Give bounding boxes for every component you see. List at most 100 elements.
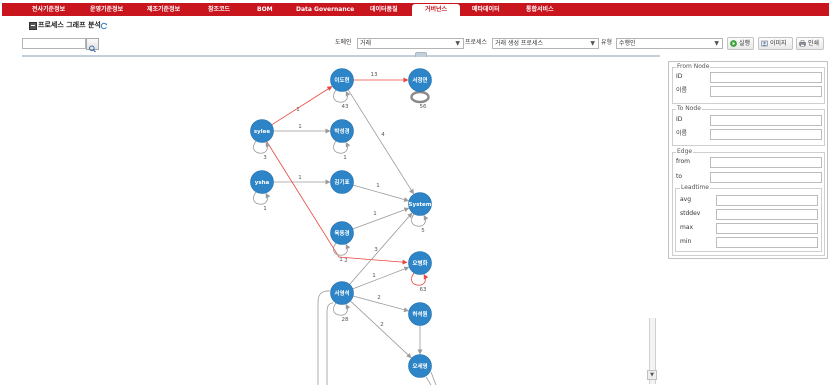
process-label: 프로세스 (465, 39, 488, 46)
leadtime-legend: Leadtime (680, 184, 710, 191)
nav-item-reference-code[interactable]: 참조코드 (208, 6, 230, 14)
self-loop-edge[interactable] (253, 191, 271, 205)
process-graph-canvas[interactable]: 113112411312243 563 11156328이도현 서정연sylee 박성경… (22, 58, 648, 385)
edge-count-label: 4 (381, 132, 385, 138)
domain-label: 도메인 (335, 39, 352, 46)
graph-edge[interactable] (347, 89, 414, 195)
leadtime-stddev-field[interactable] (716, 209, 818, 220)
self-loop-count-label: 43 (342, 104, 349, 110)
graph-node[interactable]: 이도현 (330, 68, 354, 92)
graph-edge-offscreen[interactable] (430, 371, 437, 385)
graph-edge[interactable] (349, 212, 413, 285)
edge-from-field[interactable] (710, 157, 822, 168)
type-select[interactable]: 수행인 ▼ (616, 38, 723, 49)
self-loop-edge[interactable] (333, 89, 351, 103)
leadtime-max-label: max (680, 224, 694, 231)
graph-node[interactable]: 박성경 (330, 119, 354, 143)
nav-item-integration-service[interactable]: 통합서비스 (526, 6, 554, 14)
graph-node[interactable]: System (408, 192, 432, 216)
image-icon (761, 40, 768, 47)
print-button-label: 인쇄 (808, 40, 820, 47)
edge-from-label: from (676, 158, 690, 165)
from-node-name-field[interactable] (710, 86, 822, 97)
search-icon (89, 45, 96, 53)
nav-item-metadata[interactable]: 메타데이터 (472, 6, 500, 14)
self-loop-edge[interactable] (253, 140, 271, 154)
to-node-name-field[interactable] (710, 129, 822, 140)
leadtime-max-field[interactable] (716, 223, 818, 234)
print-button[interactable]: 인쇄 (796, 37, 824, 50)
edge-count-label: 1 (298, 175, 302, 181)
leadtime-avg-field[interactable] (716, 195, 818, 206)
graph-node[interactable]: 육동경 (330, 221, 354, 245)
graph-node-label: 서영석 (334, 289, 349, 297)
graph-node[interactable]: sylee (250, 119, 274, 143)
self-loop-edge[interactable] (411, 272, 429, 286)
nav-item-bom[interactable]: BOM (257, 6, 273, 14)
search-input[interactable] (22, 38, 86, 49)
scroll-down-icon[interactable]: ▼ (647, 370, 657, 380)
edge-count-label: 1 (296, 107, 300, 113)
graph-node-label: 김기표 (334, 178, 349, 186)
image-button[interactable]: 이미지 (758, 37, 793, 50)
graph-edge[interactable] (352, 295, 409, 313)
run-button-label: 실행 (739, 40, 751, 47)
type-label: 유형 (601, 39, 613, 46)
search-button[interactable] (86, 38, 99, 53)
nav-item-governance[interactable]: 거버넌스 (412, 4, 460, 16)
refresh-icon[interactable] (100, 22, 108, 30)
chevron-down-icon: ▼ (455, 40, 460, 47)
process-graph-icon (29, 22, 37, 30)
nav-item-manufacturing-master[interactable]: 제조기준정보 (147, 6, 180, 14)
leadtime-stddev-label: stddev (680, 210, 701, 217)
print-icon (799, 40, 806, 47)
self-loop-count-label: 63 (420, 287, 427, 293)
domain-select[interactable]: 거래 ▼ (357, 38, 464, 49)
from-node-name-label: 이름 (676, 87, 688, 94)
page-title: 프로세스 그래프 분석 (38, 21, 101, 29)
to-node-id-field[interactable] (710, 115, 822, 126)
graph-node[interactable]: 김기표 (330, 170, 354, 194)
graph-edge[interactable] (271, 86, 333, 126)
graph-node[interactable]: 서영석 (330, 281, 354, 305)
graph-edge-offscreen[interactable] (425, 376, 432, 385)
collapse-handle[interactable] (415, 52, 427, 57)
graph-node[interactable]: 서정연 (408, 68, 432, 92)
edge-count-label: 1 (298, 124, 302, 130)
self-loop-edge[interactable] (333, 302, 351, 316)
nav-item-operation-master[interactable]: 운영기준정보 (90, 6, 123, 14)
self-loop-count-label: 5 (421, 228, 425, 234)
graph-node[interactable]: 오병화 (408, 251, 432, 275)
chevron-down-icon: ▼ (714, 40, 719, 47)
image-button-label: 이미지 (770, 40, 787, 47)
self-loop-edge[interactable] (410, 90, 430, 104)
self-loop-count-label: 1 (263, 206, 267, 212)
splitter-bar[interactable] (22, 55, 660, 57)
graph-node-label: System (409, 202, 432, 208)
graph-node[interactable]: 허석원 (408, 302, 432, 326)
graph-edge[interactable] (266, 141, 408, 265)
graph-edge[interactable] (352, 266, 410, 290)
to-node-id-label: ID (676, 116, 683, 123)
self-loop-edge[interactable] (411, 213, 429, 227)
edge-to-field[interactable] (710, 172, 822, 183)
graph-edge[interactable] (352, 184, 409, 202)
process-select[interactable]: 거래 생성 프로세스 ▼ (492, 38, 599, 49)
from-node-id-field[interactable] (710, 72, 822, 83)
graph-node[interactable]: ysha (250, 170, 274, 194)
leadtime-min-field[interactable] (716, 237, 818, 248)
self-loop-count-label: 3 (263, 155, 267, 161)
self-loop-edge[interactable] (333, 242, 351, 256)
graph-node-label: 육동경 (334, 229, 349, 237)
from-node-legend: From Node (676, 63, 711, 70)
run-button[interactable]: 실행 (727, 37, 754, 50)
nav-item-enterprise-master[interactable]: 전사기준정보 (32, 6, 65, 14)
nav-item-data-governance[interactable]: Data Governance (296, 6, 354, 14)
graph-node[interactable]: 오세영 (408, 354, 432, 378)
self-loop-edge[interactable] (333, 140, 351, 154)
process-select-value: 거래 생성 프로세스 (495, 40, 543, 47)
graph-edge-offscreen[interactable] (326, 302, 334, 385)
graph-node-label: sylee (254, 129, 270, 135)
nav-item-data-quality[interactable]: 데이터품질 (370, 6, 398, 14)
domain-select-value: 거래 (360, 40, 372, 47)
